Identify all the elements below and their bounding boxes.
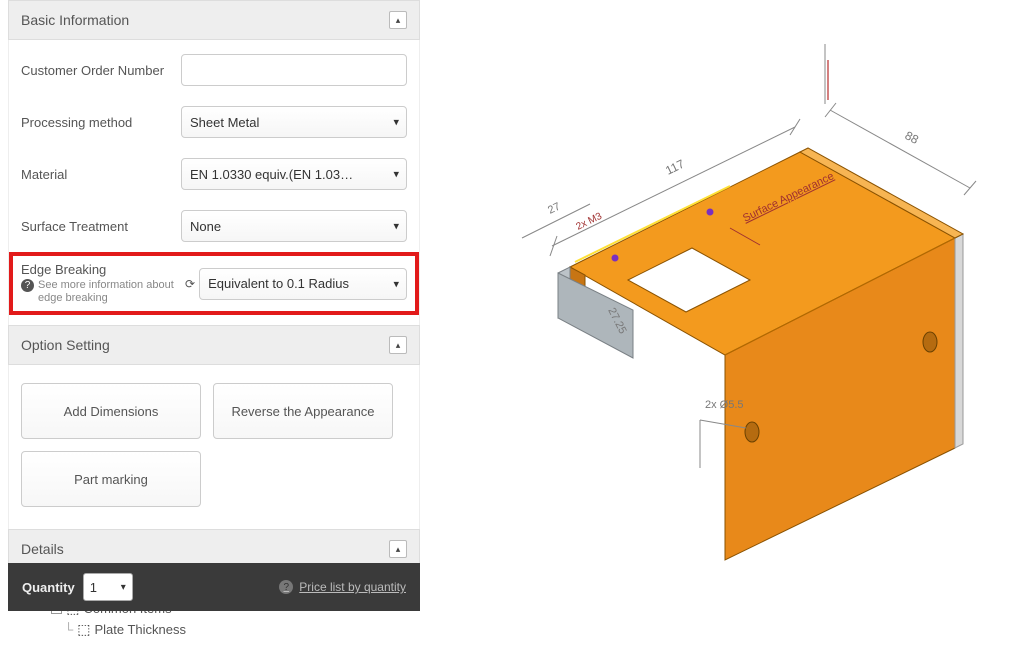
- basic-info-body: Customer Order Number Processing method …: [8, 40, 420, 325]
- hole-note: 2x Ø5.5: [705, 399, 744, 411]
- part-marking-button[interactable]: Part marking: [21, 451, 201, 507]
- label-surface-treatment: Surface Treatment: [21, 219, 181, 234]
- chevron-down-icon: ▾: [121, 582, 126, 593]
- collapse-icon[interactable]: ▴: [389, 540, 407, 558]
- label-processing-method: Processing method: [21, 115, 181, 130]
- refresh-icon[interactable]: ⟳: [185, 277, 195, 291]
- label-edge-breaking-text: Edge Breaking: [21, 262, 106, 277]
- select-processing-method-value: Sheet Metal: [181, 106, 407, 138]
- collapse-icon[interactable]: ▴: [389, 11, 407, 29]
- option-setting-title: Option Setting: [21, 337, 110, 353]
- basic-info-title: Basic Information: [21, 12, 129, 28]
- tree-connector-icon: └: [64, 622, 73, 637]
- option-setting-header[interactable]: Option Setting ▴: [8, 325, 420, 365]
- reverse-appearance-label: Reverse the Appearance: [231, 404, 374, 419]
- select-surface-treatment[interactable]: None: [181, 210, 407, 242]
- tree-child-plate-thickness[interactable]: └ ⬚ Plate Thickness: [20, 621, 408, 638]
- row-customer-order: Customer Order Number: [9, 44, 419, 96]
- add-dimensions-label: Add Dimensions: [64, 404, 159, 419]
- note-m3: 2x M3: [574, 211, 604, 233]
- dim-27: 27: [546, 201, 562, 217]
- select-material-value: EN 1.0330 equiv.(EN 1.03…: [181, 158, 407, 190]
- input-customer-order[interactable]: [181, 54, 407, 86]
- left-panel: Basic Information ▴ Customer Order Numbe…: [8, 0, 420, 611]
- add-dimensions-button[interactable]: Add Dimensions: [21, 383, 201, 439]
- select-surface-treatment-value: None: [181, 210, 407, 242]
- select-material[interactable]: EN 1.0330 equiv.(EN 1.03…: [181, 158, 407, 190]
- edge-breaking-help-text: See more information about edge breaking: [38, 279, 179, 305]
- basic-info-header[interactable]: Basic Information ▴: [8, 0, 420, 40]
- details-title: Details: [21, 541, 64, 557]
- row-edge-breaking-highlight: Edge Breaking ? See more information abo…: [9, 252, 419, 315]
- label-customer-order: Customer Order Number: [21, 63, 181, 78]
- price-list-link[interactable]: ? Price list by quantity: [279, 580, 406, 594]
- quantity-value: 1: [90, 580, 97, 595]
- help-icon[interactable]: ?: [21, 279, 34, 292]
- dim-88: 88: [903, 128, 922, 147]
- select-edge-breaking-value: Equivalent to 0.1 Radius: [199, 268, 407, 300]
- label-edge-breaking: Edge Breaking ? See more information abo…: [21, 262, 179, 305]
- collapse-icon[interactable]: ▴: [389, 336, 407, 354]
- option-setting-body: Add Dimensions Reverse the Appearance Pa…: [8, 365, 420, 529]
- row-processing-method: Processing method Sheet Metal: [9, 96, 419, 148]
- price-list-label: Price list by quantity: [299, 580, 406, 594]
- quantity-select[interactable]: 1 ▾: [83, 573, 133, 601]
- row-surface-treatment: Surface Treatment None: [9, 200, 419, 252]
- select-processing-method[interactable]: Sheet Metal: [181, 106, 407, 138]
- footer-quantity: Quantity 1 ▾: [22, 573, 133, 601]
- reverse-appearance-button[interactable]: Reverse the Appearance: [213, 383, 393, 439]
- tree-child2-label: Plate Thickness: [94, 622, 186, 637]
- quantity-label: Quantity: [22, 580, 75, 595]
- cube-icon: ⬚: [77, 621, 90, 638]
- help-icon: ?: [279, 580, 293, 594]
- part-marking-label: Part marking: [74, 472, 148, 487]
- dim-117: 117: [663, 157, 687, 178]
- row-material: Material EN 1.0330 equiv.(EN 1.03…: [9, 148, 419, 200]
- select-edge-breaking[interactable]: Equivalent to 0.1 Radius: [199, 268, 407, 300]
- 3d-viewer[interactable]: 117 88 27 27.25 2x M3 Surface Appearance: [430, 0, 1024, 563]
- label-material: Material: [21, 167, 181, 182]
- footer-bar: Quantity 1 ▾ ? Price list by quantity: [8, 563, 420, 611]
